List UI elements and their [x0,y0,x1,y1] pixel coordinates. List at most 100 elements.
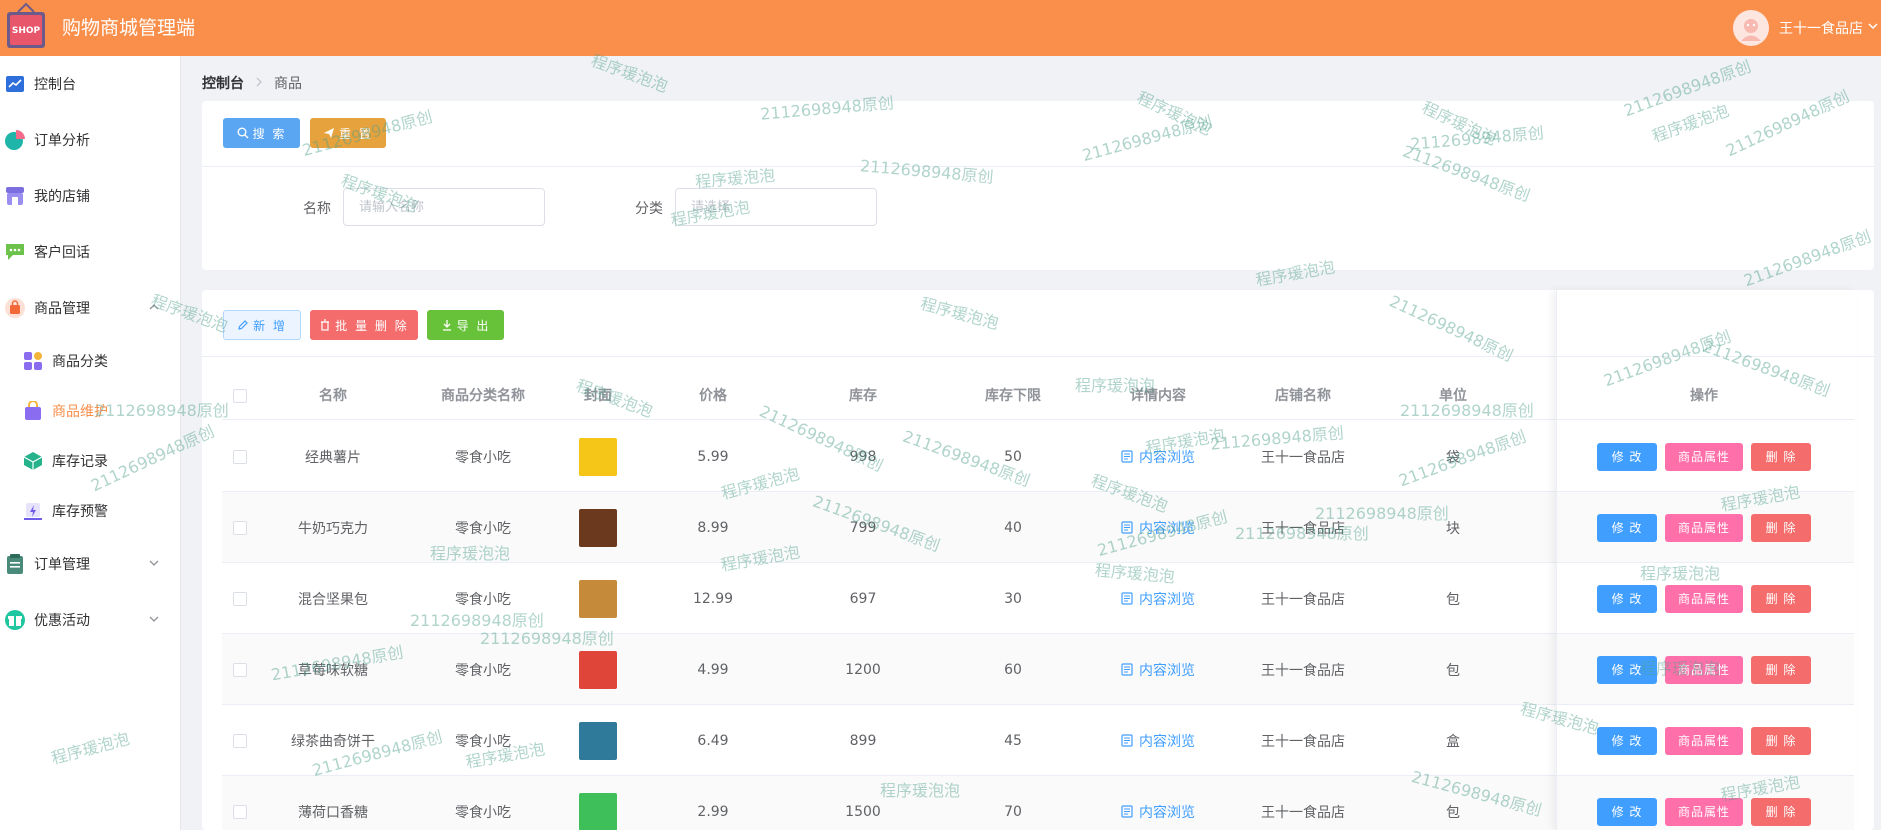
column-header-name[interactable]: 名称 [258,372,408,420]
sidebar-item-promotions[interactable]: 优惠活动 [0,600,181,640]
cell-cover [558,776,638,830]
add-button[interactable]: 新 增 [223,310,301,340]
batch-delete-button[interactable]: 批 量 删 除 [310,310,418,340]
row-checkbox[interactable] [233,804,247,819]
product-cover-image [579,650,617,689]
edit-button[interactable]: 修 改 [1597,442,1657,471]
avatar[interactable] [1733,10,1769,46]
cell-shop: 王十一食品店 [1261,520,1345,537]
delete-button[interactable]: 删 除 [1751,442,1811,471]
search-button[interactable]: 搜 索 [223,118,300,148]
row-checkbox[interactable] [233,449,247,464]
sidebar-item-customer-chat[interactable]: 客户回话 [0,232,181,272]
table-row: 绿茶曲奇饼干 零食小吃 6.49 899 45 内容浏览 王十一食品店 盒 修 改商品属性删 除 [222,705,1854,776]
column-header-stock[interactable]: 库存 [788,372,938,420]
product-attributes-button[interactable]: 商品属性 [1665,726,1743,755]
product-attributes-button[interactable]: 商品属性 [1665,442,1743,471]
sidebar-item-order-analysis[interactable]: 订单分析 [0,120,181,160]
sidebar-item-product-category[interactable]: 商品分类 [0,341,181,381]
user-name[interactable]: 王十一食品店 [1779,18,1863,38]
cell-stock-min: 60 [1004,661,1022,678]
sidebar-item-label: 订单分析 [34,133,90,149]
category-select[interactable] [675,188,877,226]
sidebar-item-stock-alert[interactable]: 库存预警 [0,491,181,531]
divider [202,166,1874,167]
delete-button[interactable]: 删 除 [1751,726,1811,755]
chevron-down-icon[interactable] [1867,20,1879,36]
sidebar-item-product-maintenance[interactable]: 商品维护 [0,391,181,431]
detail-link[interactable]: 内容浏览 [1121,447,1195,467]
select-all-checkbox[interactable] [233,389,247,403]
gift-icon [4,609,26,631]
sidebar-item-label: 商品分类 [52,354,108,370]
sidebar-item-stock-records[interactable]: 库存记录 [0,441,181,481]
sidebar-item-dashboard[interactable]: 控制台 [0,64,181,104]
row-checkbox-cell [222,563,258,634]
detail-link[interactable]: 内容浏览 [1121,802,1195,822]
cell-name: 牛奶巧克力 [298,520,368,537]
row-checkbox[interactable] [233,733,247,748]
cell-cover [558,634,638,705]
row-checkbox[interactable] [233,662,247,677]
cell-cover [558,705,638,776]
row-checkbox[interactable] [233,520,247,535]
delete-button[interactable]: 删 除 [1751,797,1811,826]
column-header-stock-min[interactable]: 库存下限 [938,372,1088,420]
delete-button[interactable]: 删 除 [1751,655,1811,684]
cell-name: 混合坚果包 [298,591,368,608]
delete-button[interactable]: 删 除 [1751,584,1811,613]
export-button[interactable]: 导 出 [427,310,504,340]
breadcrumb-home[interactable]: 控制台 [202,73,244,93]
cell-stock-min: 30 [1004,590,1022,607]
sidebar-item-my-store[interactable]: 我的店铺 [0,176,181,216]
cell-unit: 包 [1446,591,1460,608]
product-cover-image [579,508,617,547]
shopping-bag-icon [4,297,26,319]
edit-button[interactable]: 修 改 [1597,655,1657,684]
cell-price: 8.99 [697,519,729,536]
edit-button[interactable]: 修 改 [1597,513,1657,542]
column-header-detail[interactable]: 详情内容 [1088,372,1228,420]
edit-button[interactable]: 修 改 [1597,726,1657,755]
sidebar-item-label: 我的店铺 [34,189,90,205]
cell-shop: 王十一食品店 [1261,662,1345,679]
sidebar-item-product-management[interactable]: 商品管理 [0,288,181,328]
user-menu[interactable]: 王十一食品店 [1733,0,1881,56]
detail-link[interactable]: 内容浏览 [1121,589,1195,609]
column-header-price[interactable]: 价格 [638,372,788,420]
cell-shop: 王十一食品店 [1261,591,1345,608]
sidebar-item-label: 商品管理 [34,301,90,317]
search-icon [237,127,249,139]
table-row: 牛奶巧克力 零食小吃 8.99 799 40 内容浏览 王十一食品店 块 修 改商品属性删 除 [222,492,1854,563]
edit-button[interactable]: 修 改 [1597,797,1657,826]
detail-link[interactable]: 内容浏览 [1121,518,1195,538]
column-header-category[interactable]: 商品分类名称 [408,372,558,420]
sidebar-item-order-management[interactable]: 订单管理 [0,544,181,584]
column-header-cover[interactable]: 封面 [558,372,638,420]
product-attributes-button[interactable]: 商品属性 [1665,513,1743,542]
row-checkbox[interactable] [233,591,247,606]
breadcrumb-current: 商品 [274,76,302,92]
edit-button[interactable]: 修 改 [1597,584,1657,613]
row-checkbox-cell [222,634,258,705]
delete-button[interactable]: 删 除 [1751,513,1811,542]
product-attributes-button[interactable]: 商品属性 [1665,797,1743,826]
product-attributes-button[interactable]: 商品属性 [1665,584,1743,613]
sidebar: 控制台 订单分析 我的店铺 客户回话 商品管理 商品分类 商品维护 库存记录 库… [0,56,181,830]
name-input[interactable] [343,188,545,226]
cell-shop: 王十一食品店 [1261,733,1345,750]
detail-link[interactable]: 内容浏览 [1121,660,1195,680]
cell-detail: 内容浏览 [1088,776,1228,830]
cell-shop: 王十一食品店 [1261,804,1345,821]
column-header-shop[interactable]: 店铺名称 [1228,372,1378,420]
table-row: 薄荷口香糖 零食小吃 2.99 1500 70 内容浏览 王十一食品店 包 修 改商品属性删 除 [222,776,1854,830]
product-attributes-button[interactable]: 商品属性 [1665,655,1743,684]
reset-button[interactable]: 重 置 [310,118,386,148]
sidebar-item-label: 订单管理 [34,557,90,573]
detail-link[interactable]: 内容浏览 [1121,731,1195,751]
column-header-unit[interactable]: 单位 [1378,372,1528,420]
export-button-label: 导 出 [456,318,491,333]
cell-name: 绿茶曲奇饼干 [291,733,375,750]
send-icon [324,128,335,138]
cell-stock-min: 45 [1004,732,1022,749]
